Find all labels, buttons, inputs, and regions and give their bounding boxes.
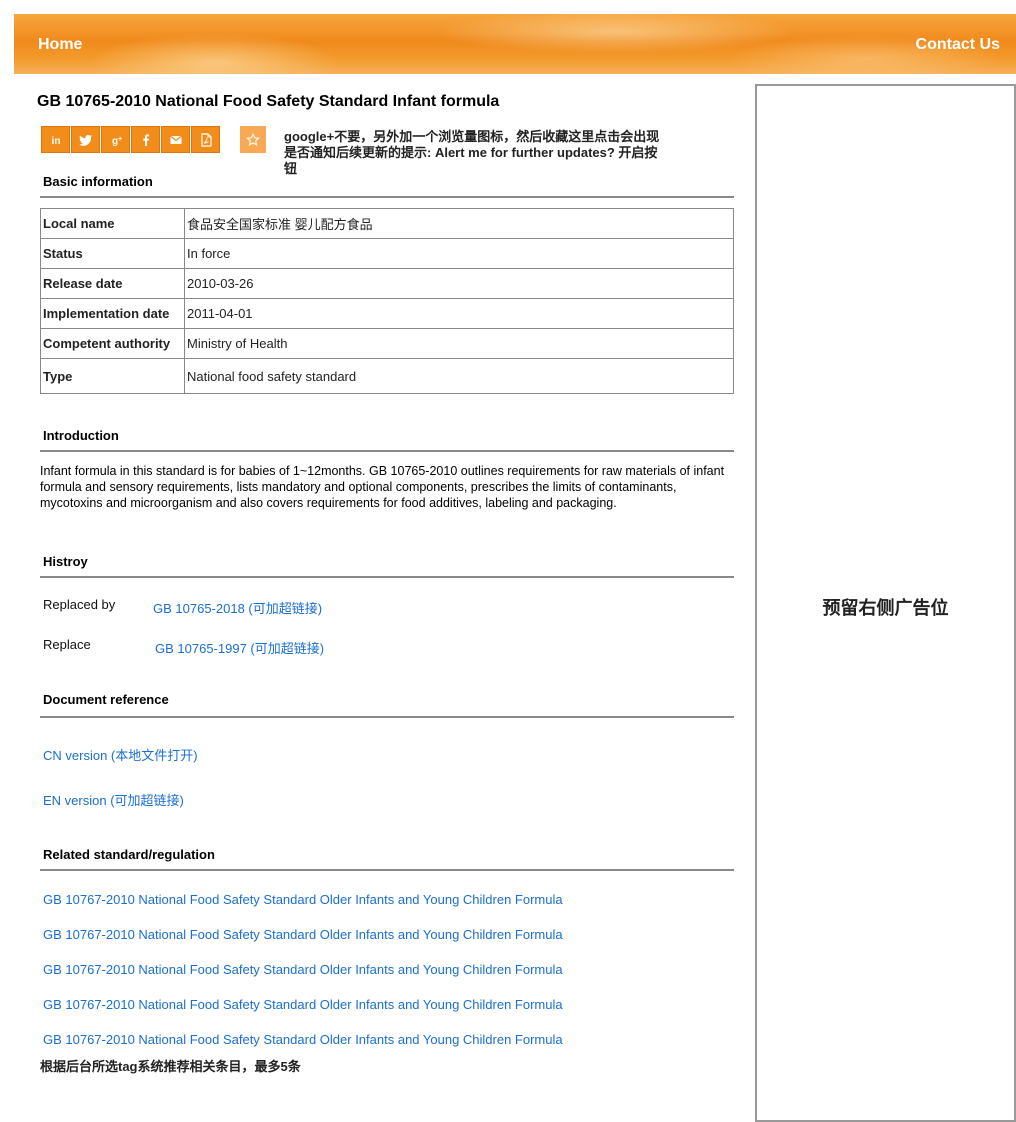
divider [40, 196, 734, 198]
sidebar-ad-placeholder: 预留右侧广告位 [755, 84, 1016, 1122]
divider [40, 450, 734, 452]
row-key: Implementation date [40, 298, 185, 329]
replaced-by-label: Replaced by [43, 597, 116, 612]
table-row: Status In force [40, 238, 734, 269]
table-row: Local name 食品安全国家标准 婴儿配方食品 [40, 208, 734, 239]
row-value: 2010-03-26 [184, 268, 734, 299]
replace-link[interactable]: GB 10765-1997 (可加超链接) [155, 638, 324, 657]
related-standards-title: Related standard/regulation [43, 847, 215, 862]
basic-info-title: Basic information [43, 174, 153, 189]
email-icon[interactable] [161, 126, 190, 153]
divider [40, 869, 734, 871]
ad-placeholder-text: 预留右侧广告位 [822, 598, 949, 618]
en-version-link[interactable]: EN version (可加超链接) [43, 790, 184, 809]
introduction-text: Infant formula in this standard is for b… [40, 464, 725, 510]
facebook-icon[interactable] [131, 126, 160, 153]
row-key: Local name [40, 208, 185, 239]
document-reference-title: Document reference [43, 692, 169, 707]
svg-text:+: + [117, 136, 121, 143]
row-key: Status [40, 238, 185, 269]
pdf-icon[interactable] [191, 126, 220, 153]
google-plus-icon[interactable]: g + [101, 126, 130, 153]
design-note-alert: google+不要，另外加一个浏览量图标，然后收藏这里点击会出现是否通知后续更新… [284, 129, 660, 176]
related-item-link[interactable]: GB 10767-2010 National Food Safety Stand… [43, 892, 563, 907]
svg-text:in: in [51, 136, 60, 147]
table-row: Type National food safety standard [40, 358, 734, 394]
share-bar: in g + [41, 126, 220, 153]
row-value: 食品安全国家标准 婴儿配方食品 [184, 208, 734, 239]
table-row: Release date 2010-03-26 [40, 268, 734, 299]
related-item-link[interactable]: GB 10767-2010 National Food Safety Stand… [43, 997, 563, 1012]
basic-info-table: Local name 食品安全国家标准 婴儿配方食品 Status In for… [40, 208, 734, 394]
nav-home-link[interactable]: Home [38, 36, 82, 54]
nav-contact-link[interactable]: Contact Us [916, 36, 1000, 54]
star-icon[interactable] [240, 126, 266, 153]
related-item-link[interactable]: GB 10767-2010 National Food Safety Stand… [43, 927, 563, 942]
related-item-link[interactable]: GB 10767-2010 National Food Safety Stand… [43, 962, 563, 977]
history-title: Histroy [43, 554, 88, 569]
row-key: Type [40, 358, 185, 394]
recommendation-note: 根据后台所选tag系统推荐相关条目，最多5条 [40, 1059, 301, 1074]
row-key: Competent authority [40, 328, 185, 359]
divider [40, 576, 734, 578]
row-value: In force [184, 238, 734, 269]
divider [40, 716, 734, 718]
header-banner: Home Contact Us [14, 14, 1016, 74]
row-value: 2011-04-01 [184, 298, 734, 329]
page-title: GB 10765-2010 National Food Safety Stand… [37, 93, 500, 110]
row-value: Ministry of Health [184, 328, 734, 359]
replace-label: Replace [43, 637, 91, 652]
table-row: Implementation date 2011-04-01 [40, 298, 734, 329]
row-value: National food safety standard [184, 358, 734, 394]
cn-version-link[interactable]: CN version (本地文件打开) [43, 745, 198, 764]
twitter-icon[interactable] [71, 126, 100, 153]
replaced-by-link[interactable]: GB 10765-2018 (可加超链接) [153, 598, 322, 617]
related-item-link[interactable]: GB 10767-2010 National Food Safety Stand… [43, 1032, 563, 1047]
introduction-title: Introduction [43, 428, 119, 443]
table-row: Competent authority Ministry of Health [40, 328, 734, 359]
row-key: Release date [40, 268, 185, 299]
linkedin-icon[interactable]: in [41, 126, 70, 153]
